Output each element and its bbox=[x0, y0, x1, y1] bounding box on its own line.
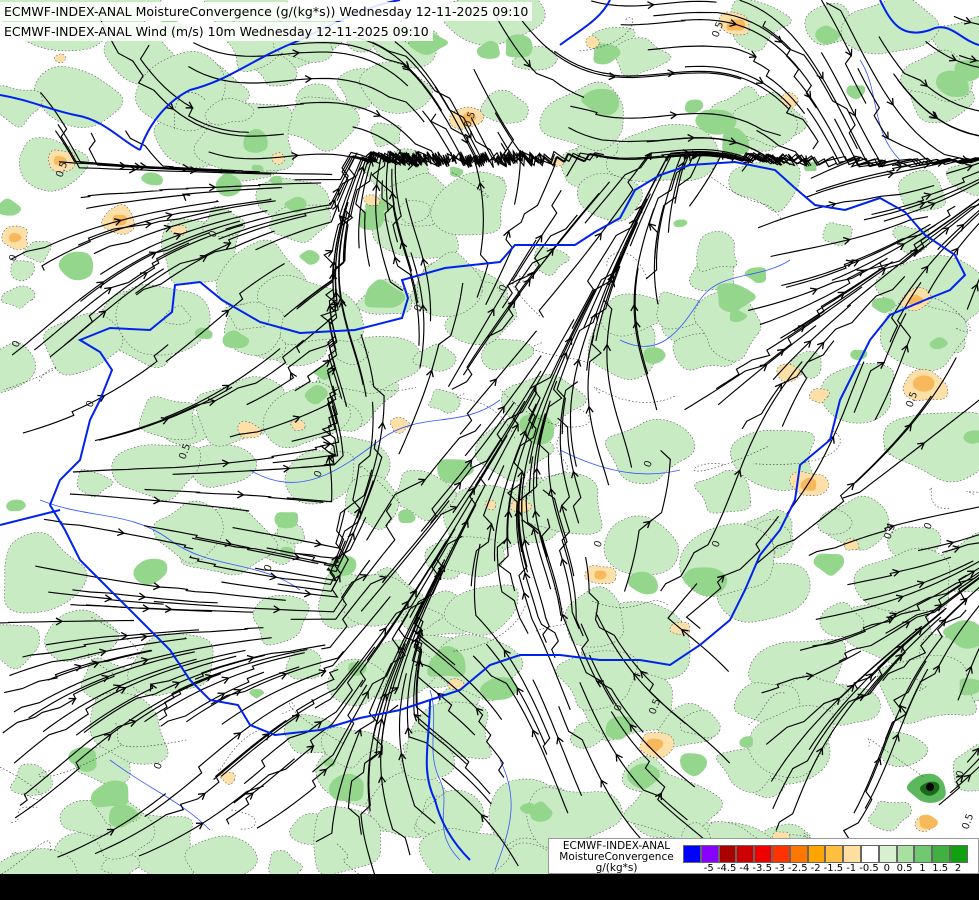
map-bottom-edge bbox=[0, 874, 979, 900]
strong-convergence-center bbox=[926, 783, 934, 791]
legend-swatch bbox=[843, 845, 861, 863]
moisture-area-mid bbox=[959, 678, 979, 696]
legend-swatch bbox=[949, 845, 968, 863]
legend-swatch bbox=[932, 845, 950, 863]
legend-swatch bbox=[807, 845, 826, 863]
legend-swatch bbox=[878, 845, 897, 863]
legend-swatch bbox=[860, 845, 879, 863]
map-title-wind: ECMWF-INDEX-ANAL Wind (m/s) 10m Wednesda… bbox=[0, 22, 433, 41]
legend-swatch bbox=[914, 845, 933, 863]
legend-color-scale bbox=[683, 845, 968, 863]
color-legend: ECMWF-INDEX-ANAL MoistureConvergence g/(… bbox=[548, 838, 979, 874]
legend-swatch bbox=[825, 845, 844, 863]
legend-unit: g/(kg*s) bbox=[595, 862, 638, 874]
map-viewer[interactable]: 0.5 0.5 0 0.5 0 0 0 0 0.5 0 0 0 0 0 0.5 0 0.5 0 0 0 0.5 0 0.5 … bbox=[0, 0, 979, 900]
legend-swatch bbox=[718, 845, 737, 863]
moisture-area-mid bbox=[274, 512, 299, 529]
negative-moisture-core bbox=[594, 570, 607, 580]
legend-swatch bbox=[896, 845, 915, 863]
map-title-moisture: ECMWF-INDEX-ANAL MoistureConvergence (g/… bbox=[0, 2, 533, 21]
weather-map[interactable]: 0.50.500.500000.5000000.500.50000.500.5 bbox=[0, 0, 979, 900]
legend-swatch bbox=[771, 845, 790, 863]
legend-swatch bbox=[754, 845, 772, 863]
moisture-area bbox=[696, 230, 738, 272]
legend-swatch bbox=[736, 845, 755, 863]
legend-swatch bbox=[700, 845, 719, 863]
legend-swatch bbox=[683, 845, 701, 863]
moisture-area-mid bbox=[505, 34, 533, 58]
legend-swatch bbox=[789, 845, 808, 863]
